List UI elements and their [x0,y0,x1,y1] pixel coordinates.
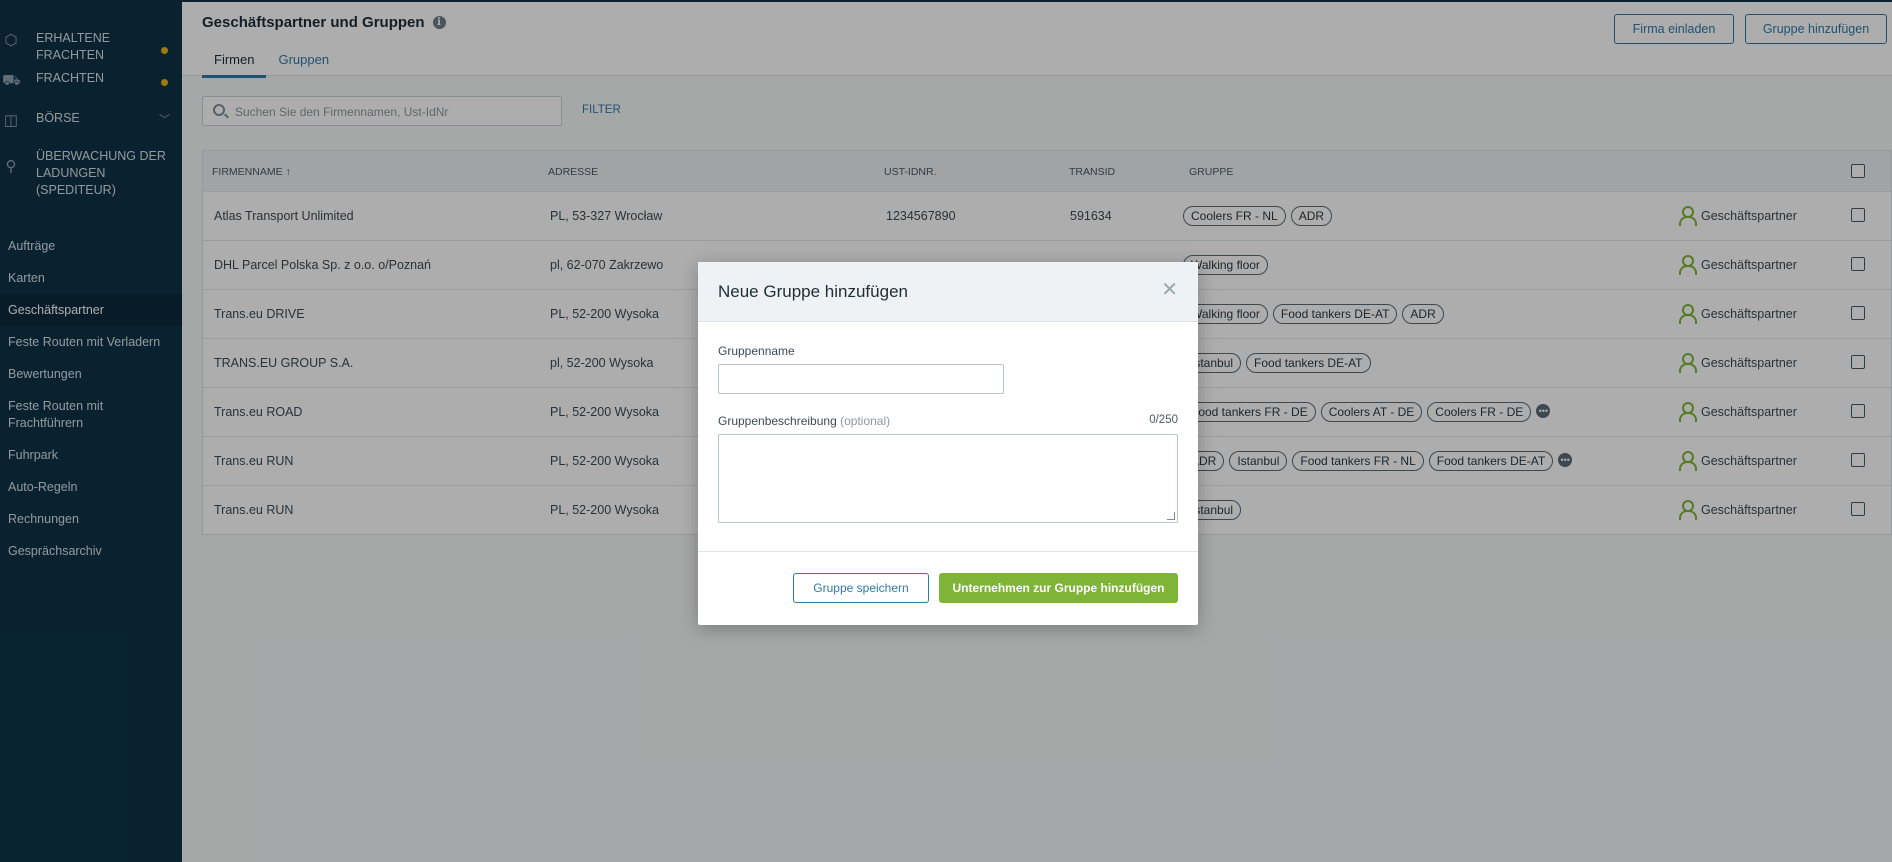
dialog-body: Gruppenname Gruppenbeschreibung (optiona… [698,322,1198,552]
dialog-header: Neue Gruppe hinzufügen ✕ [698,262,1198,322]
resize-handle[interactable] [1167,512,1175,520]
optional-hint: (optional) [840,414,891,428]
dialog-title: Neue Gruppe hinzufügen [718,282,908,301]
dialog-footer: Gruppe speichern Unternehmen zur Gruppe … [698,552,1198,624]
close-icon[interactable]: ✕ [1161,280,1178,300]
group-description-label: Gruppenbeschreibung (optional) [718,414,890,428]
save-group-button[interactable]: Gruppe speichern [793,573,929,603]
new-group-dialog: Neue Gruppe hinzufügen ✕ Gruppenname Gru… [698,262,1198,625]
group-name-label: Gruppenname [718,344,795,358]
character-counter: 0/250 [1149,414,1178,426]
group-name-input[interactable] [718,364,1004,394]
group-description-label-text: Gruppenbeschreibung [718,414,837,428]
group-description-textarea[interactable] [718,434,1178,523]
add-companies-to-group-button[interactable]: Unternehmen zur Gruppe hinzufügen [939,573,1178,603]
